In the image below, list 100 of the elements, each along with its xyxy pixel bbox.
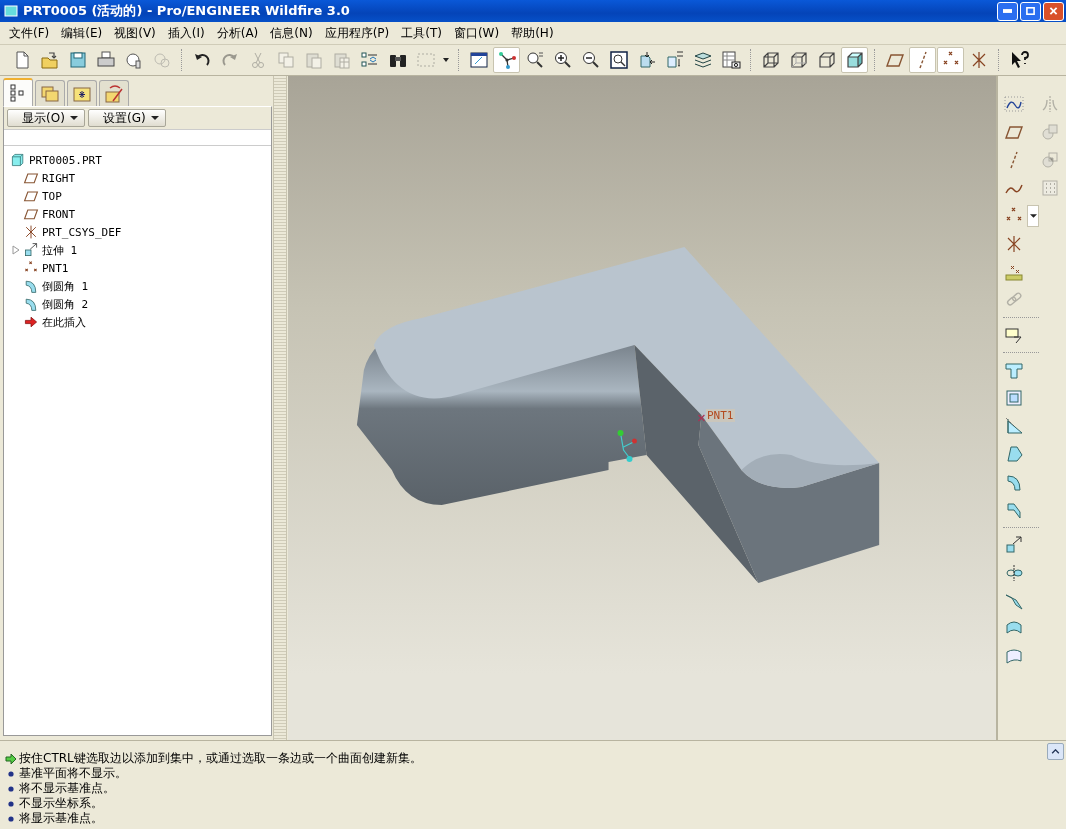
tree-item[interactable]: PRT0005.PRT bbox=[29, 153, 102, 167]
extrude-icon bbox=[1004, 535, 1024, 555]
paste-special-icon bbox=[331, 50, 352, 70]
paste-icon bbox=[303, 50, 324, 70]
selection-box-icon bbox=[415, 50, 436, 70]
close-button[interactable] bbox=[1043, 1, 1064, 21]
extrude-icon bbox=[23, 242, 39, 258]
scroll-up-button[interactable] bbox=[1047, 743, 1064, 760]
message-text: 按住CTRL键选取边以添加到集中，或通过选取一条边或一个曲面创建新集。 bbox=[19, 750, 422, 767]
message-text: 将不显示基准点。 bbox=[19, 780, 115, 797]
panel-tab[interactable] bbox=[67, 80, 97, 106]
menu-item[interactable]: 文件(F) bbox=[3, 24, 56, 42]
round-icon bbox=[23, 278, 39, 294]
panel-tab[interactable] bbox=[3, 78, 33, 106]
panel-tab[interactable] bbox=[99, 80, 129, 106]
layers-icon bbox=[692, 50, 713, 70]
arrow-icon bbox=[5, 752, 17, 765]
mirror-icon bbox=[1040, 94, 1060, 114]
repaint-icon bbox=[468, 50, 489, 70]
close-icon bbox=[1049, 7, 1058, 15]
rib-icon bbox=[1004, 416, 1024, 436]
round-icon bbox=[23, 296, 39, 312]
coordinate-triad-icon bbox=[617, 430, 637, 462]
caret-icon bbox=[150, 116, 159, 120]
menu-item[interactable]: 工具(T) bbox=[395, 24, 448, 42]
part-icon bbox=[10, 152, 26, 168]
part-icon bbox=[4, 4, 18, 18]
pattern-icon bbox=[1040, 178, 1060, 198]
wireframe-icon bbox=[760, 50, 781, 70]
filter-field[interactable] bbox=[4, 129, 271, 145]
tree-item[interactable]: PNT1 bbox=[42, 261, 69, 275]
refit-icon bbox=[608, 50, 629, 70]
tree-item[interactable]: FRONT bbox=[42, 207, 76, 221]
draft-icon bbox=[1004, 444, 1024, 464]
datum-plane-icon bbox=[23, 188, 39, 204]
open-folder-icon bbox=[39, 50, 60, 70]
menu-item[interactable]: 信息(N) bbox=[264, 24, 319, 42]
dropdown-button[interactable]: 设置(G) bbox=[88, 109, 166, 127]
shell-icon bbox=[1004, 388, 1024, 408]
spin-center-icon bbox=[496, 50, 517, 70]
message-text: 不显示坐标系。 bbox=[19, 795, 103, 812]
menu-item[interactable]: 窗口(W) bbox=[447, 24, 506, 42]
tree-item[interactable]: PRT_CSYS_DEF bbox=[42, 225, 122, 239]
panel-tab[interactable] bbox=[35, 80, 65, 106]
print-icon bbox=[95, 50, 116, 70]
hidden-line-icon bbox=[788, 50, 809, 70]
minimize-icon bbox=[1003, 7, 1012, 15]
tree-item[interactable]: 倒圆角 2 bbox=[42, 296, 89, 312]
orient-icon bbox=[524, 50, 545, 70]
tree-item[interactable]: 拉伸 1 bbox=[42, 242, 78, 258]
round-icon bbox=[1004, 472, 1024, 492]
dropdown-button[interactable]: 显示(O) bbox=[7, 109, 85, 127]
tree-item[interactable]: TOP bbox=[42, 189, 62, 203]
expand-arrow-icon[interactable] bbox=[12, 245, 20, 255]
menu-item[interactable]: 插入(I) bbox=[161, 24, 211, 42]
no-hidden-icon bbox=[816, 50, 837, 70]
hole-icon bbox=[1004, 360, 1024, 380]
view-manager-icon bbox=[720, 50, 741, 70]
revolve-icon bbox=[1004, 563, 1024, 583]
toolbar-button[interactable] bbox=[937, 47, 964, 73]
chevron-up-icon bbox=[1051, 749, 1060, 754]
save-icon bbox=[67, 50, 88, 70]
menu-item[interactable]: 帮助(H) bbox=[505, 24, 560, 42]
tree-item[interactable]: 在此插入 bbox=[42, 314, 86, 330]
intersect-icon bbox=[1040, 150, 1060, 170]
datum-plane-icon bbox=[23, 206, 39, 222]
caret-icon bbox=[1029, 214, 1037, 218]
datum-plane-icon bbox=[23, 170, 39, 186]
maximize-button[interactable] bbox=[1020, 1, 1041, 21]
menu-item[interactable]: 应用程序(P) bbox=[318, 24, 396, 42]
shaded-cube-icon bbox=[844, 50, 865, 70]
chamfer-icon bbox=[1004, 500, 1024, 520]
zoom-in-icon bbox=[552, 50, 573, 70]
note-icon bbox=[1004, 325, 1024, 345]
tree-item[interactable]: RIGHT bbox=[42, 171, 76, 185]
mail-icon bbox=[123, 50, 144, 70]
copy-icon bbox=[275, 50, 296, 70]
toolbar-button[interactable] bbox=[493, 47, 520, 73]
boundary-surface-icon bbox=[1004, 647, 1024, 667]
folder-wizard-icon bbox=[104, 83, 124, 104]
tree-item[interactable]: 倒圆角 1 bbox=[42, 278, 89, 294]
menu-item[interactable]: 编辑(E) bbox=[55, 24, 109, 42]
point-marker-icon bbox=[697, 414, 705, 422]
insert-arrow-icon bbox=[23, 314, 39, 330]
csys-icon bbox=[23, 224, 39, 240]
menu-item[interactable]: 视图(V) bbox=[108, 24, 162, 42]
merge-icon bbox=[1040, 122, 1060, 142]
folders-icon bbox=[40, 83, 60, 104]
dropdown-button[interactable] bbox=[1027, 205, 1039, 227]
menu-item[interactable]: 分析(A) bbox=[210, 24, 265, 42]
zoom-out-icon bbox=[580, 50, 601, 70]
caret-icon bbox=[443, 58, 449, 62]
splitter-handle[interactable] bbox=[273, 76, 287, 740]
window-title: PRT0005 (活动的) - Pro/ENGINEER Wildfire 3.0 bbox=[23, 2, 351, 20]
caret-icon bbox=[69, 116, 78, 120]
regenerate-icon bbox=[359, 50, 380, 70]
link-icon bbox=[151, 50, 172, 70]
saved-views-icon bbox=[664, 50, 685, 70]
minimize-button[interactable] bbox=[997, 1, 1018, 21]
toolbar-button[interactable] bbox=[841, 47, 868, 73]
